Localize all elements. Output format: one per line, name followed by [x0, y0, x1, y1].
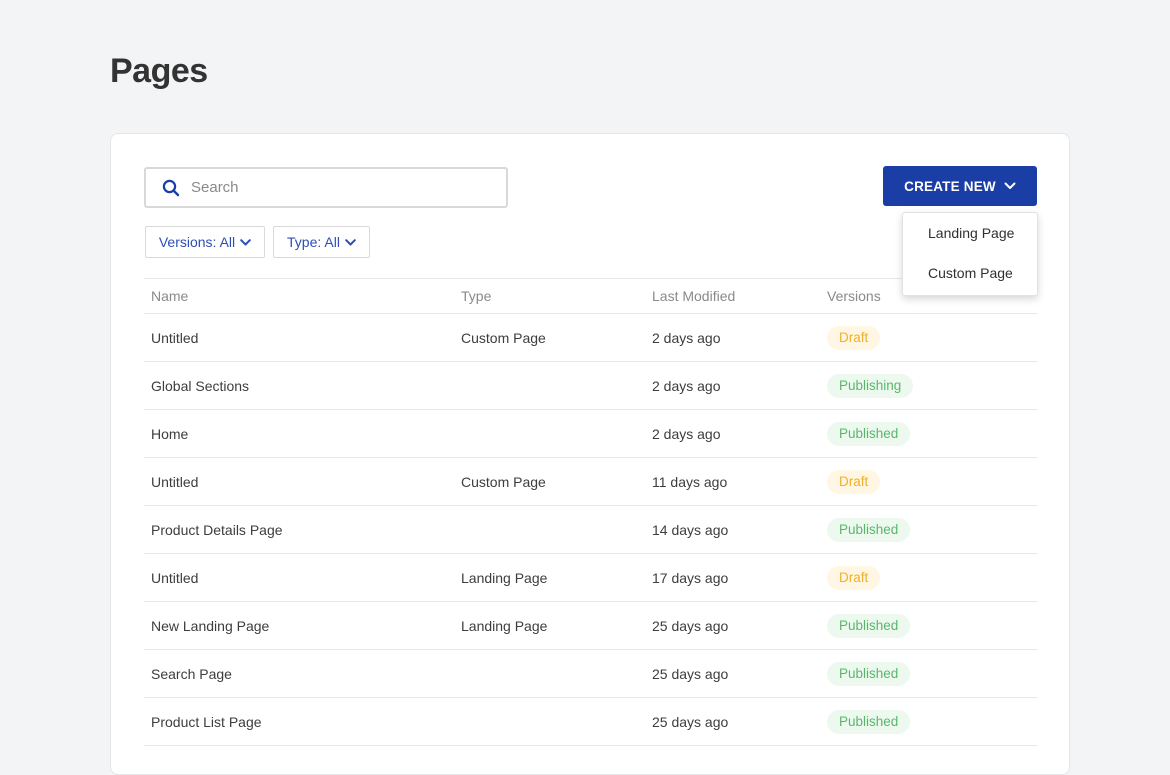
- row-name: Untitled: [151, 329, 199, 346]
- pages-table: Name Type Last Modified Versions Untitle…: [144, 278, 1037, 746]
- row-last-modified: 2 days ago: [652, 329, 721, 346]
- table-row[interactable]: Untitled Landing Page 17 days ago Draft: [144, 554, 1037, 602]
- pages-card: CREATE NEW Landing Page Custom Page Vers…: [110, 133, 1070, 775]
- column-header-last-modified[interactable]: Last Modified: [652, 288, 827, 304]
- table-row[interactable]: Untitled Custom Page 11 days ago Draft: [144, 458, 1037, 506]
- chevron-down-icon: [1004, 182, 1016, 190]
- row-type: Landing Page: [461, 569, 548, 586]
- create-new-menu: Landing Page Custom Page: [902, 212, 1038, 296]
- row-type: Custom Page: [461, 473, 546, 490]
- versions-filter-label: Versions: All: [158, 234, 236, 250]
- status-badge: Published: [827, 517, 911, 542]
- row-last-modified: 17 days ago: [652, 569, 729, 586]
- status-badge: Publishing: [827, 373, 914, 398]
- row-name: Search Page: [151, 665, 232, 682]
- column-header-type[interactable]: Type: [461, 288, 652, 304]
- menu-item-custom-page[interactable]: Custom Page: [903, 253, 1037, 293]
- row-last-modified: 2 days ago: [652, 425, 721, 442]
- status-badge: Draft: [827, 469, 881, 494]
- page-title: Pages: [110, 52, 208, 90]
- versions-filter[interactable]: Versions: All: [145, 226, 265, 258]
- row-name: Global Sections: [151, 377, 250, 394]
- row-name: Product Details Page: [151, 521, 283, 538]
- create-new-button[interactable]: CREATE NEW: [883, 166, 1037, 206]
- status-badge: Published: [827, 709, 911, 734]
- type-filter-label: Type: All: [287, 234, 340, 250]
- status-badge: Published: [827, 661, 911, 686]
- search-box[interactable]: [144, 167, 508, 208]
- create-new-label: CREATE NEW: [904, 178, 996, 194]
- row-last-modified: 25 days ago: [652, 617, 729, 634]
- row-name: Untitled: [151, 569, 199, 586]
- status-badge: Draft: [827, 325, 881, 350]
- table-row[interactable]: New Landing Page Landing Page 25 days ag…: [144, 602, 1037, 650]
- search-input[interactable]: [189, 178, 483, 197]
- status-badge: Published: [827, 613, 911, 638]
- row-type: Custom Page: [461, 329, 546, 346]
- table-row[interactable]: Home 2 days ago Published: [144, 410, 1037, 458]
- status-badge: Draft: [827, 565, 881, 590]
- row-name: Product List Page: [151, 713, 262, 730]
- menu-item-landing-page[interactable]: Landing Page: [903, 213, 1037, 253]
- row-last-modified: 11 days ago: [652, 473, 728, 490]
- row-last-modified: 25 days ago: [652, 713, 729, 730]
- row-type: Landing Page: [461, 617, 548, 634]
- table-row[interactable]: Product List Page 25 days ago Published: [144, 698, 1037, 746]
- table-row[interactable]: Global Sections 2 days ago Publishing: [144, 362, 1037, 410]
- row-last-modified: 14 days ago: [652, 521, 729, 538]
- type-filter[interactable]: Type: All: [273, 226, 370, 258]
- row-name: Untitled: [151, 473, 199, 490]
- column-header-name[interactable]: Name: [144, 288, 461, 304]
- row-last-modified: 2 days ago: [652, 377, 721, 394]
- table-row[interactable]: Product Details Page 14 days ago Publish…: [144, 506, 1037, 554]
- row-last-modified: 25 days ago: [652, 665, 729, 682]
- search-icon: [162, 179, 180, 197]
- status-badge: Published: [827, 421, 911, 446]
- row-name: Home: [151, 425, 189, 442]
- row-name: New Landing Page: [151, 617, 270, 634]
- chevron-down-icon: [345, 238, 356, 246]
- table-row[interactable]: Search Page 25 days ago Published: [144, 650, 1037, 698]
- table-row[interactable]: Untitled Custom Page 2 days ago Draft: [144, 314, 1037, 362]
- chevron-down-icon: [240, 238, 251, 246]
